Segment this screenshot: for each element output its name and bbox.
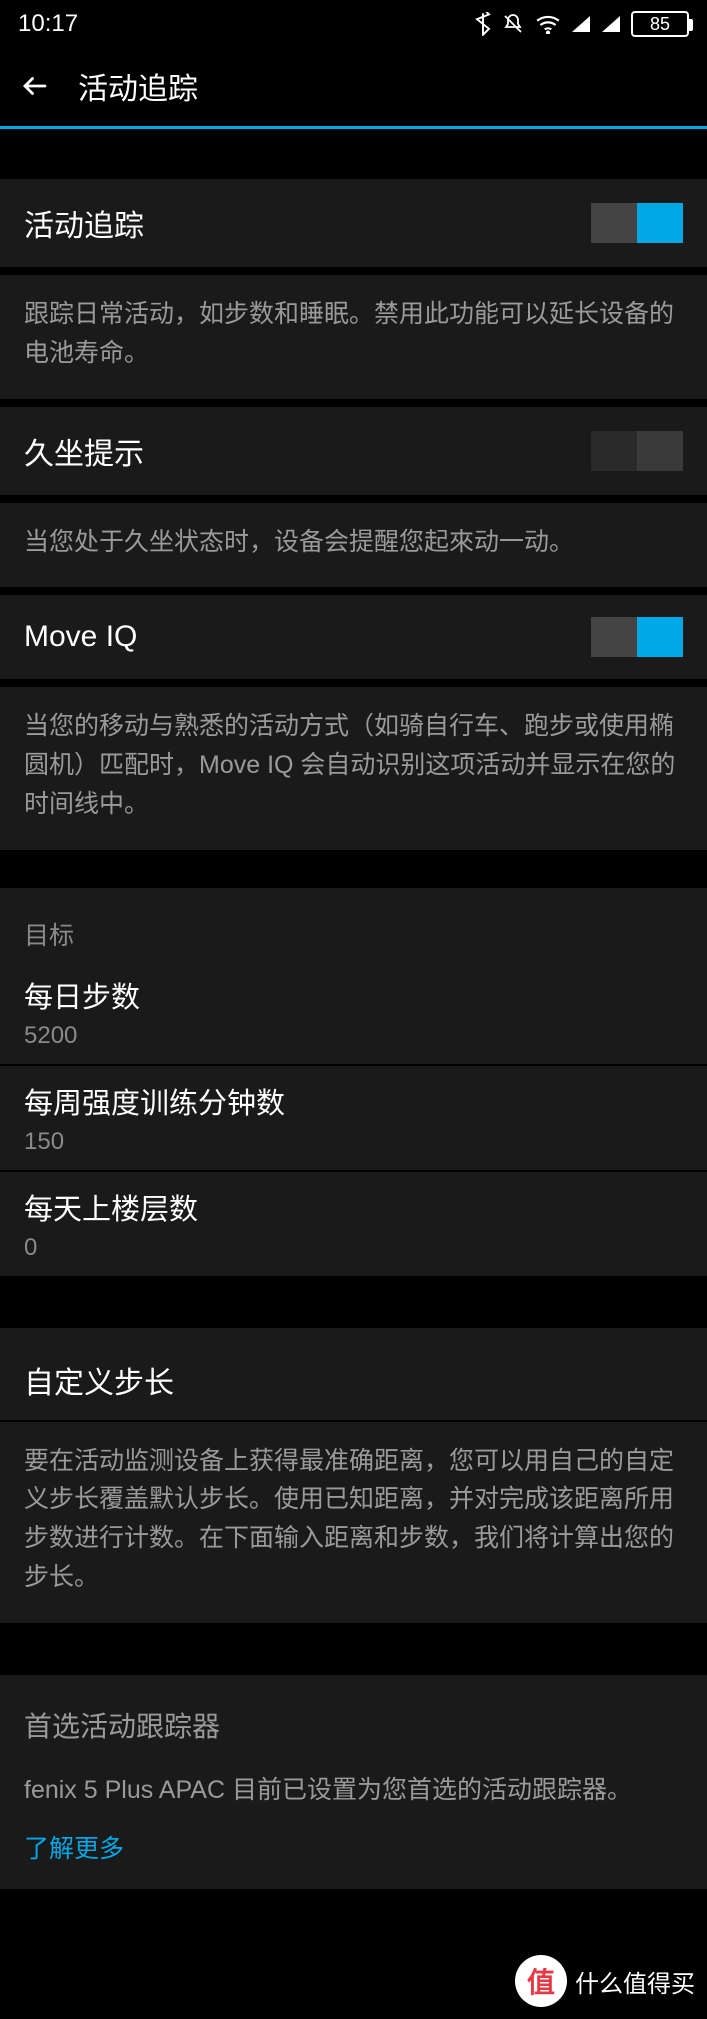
watermark-badge: 值 — [515, 1955, 567, 2007]
tracker-title: 首选活动跟踪器 — [0, 1675, 707, 1755]
learn-more-link[interactable]: 了解更多 — [0, 1817, 707, 1889]
status-time: 10:17 — [18, 10, 78, 38]
tracker-desc: fenix 5 Plus APAC 目前已设置为您首选的活动跟踪器。 — [0, 1755, 707, 1818]
stride-desc: 要在活动监测设备上获得最准确距离，您可以用自己的自定义步长覆盖默认步长。使用已知… — [0, 1422, 707, 1623]
floors-item[interactable]: 每天上楼层数 0 — [0, 1172, 707, 1278]
bluetooth-icon — [475, 12, 491, 36]
stride-desc-section: 要在活动监测设备上获得最准确距离，您可以用自己的自定义步长覆盖默认步长。使用已知… — [0, 1422, 707, 1625]
status-icons: 85 — [475, 11, 689, 37]
floors-value: 0 — [24, 1234, 683, 1262]
status-bar: 10:17 85 — [0, 0, 707, 48]
sedentary-row[interactable]: 久坐提示 — [0, 407, 707, 495]
moveiq-row[interactable]: Move IQ — [0, 595, 707, 679]
activity-tracking-switch[interactable] — [591, 203, 683, 243]
signal-icon-1 — [571, 15, 591, 33]
sedentary-desc-section: 当您处于久坐状态时，设备会提醒您起來动一动。 — [0, 503, 707, 590]
intensity-minutes-label: 每周强度训练分钟数 — [24, 1080, 683, 1122]
app-bar: 活动追踪 — [0, 48, 707, 124]
activity-tracking-label: 活动追踪 — [24, 201, 144, 245]
daily-steps-value: 5200 — [24, 1022, 683, 1050]
moveiq-section: Move IQ — [0, 595, 707, 681]
watermark-text: 什么值得买 — [575, 1964, 695, 1999]
activity-tracking-desc-section: 跟踪日常活动，如步数和睡眠。禁用此功能可以延长设备的电池寿命。 — [0, 275, 707, 401]
signal-icon-2 — [601, 15, 621, 33]
goals-header: 目标 — [0, 888, 707, 960]
moveiq-switch[interactable] — [591, 617, 683, 657]
moveiq-desc-section: 当您的移动与熟悉的活动方式（如骑自行车、跑步或使用椭圆机）匹配时，Move IQ… — [0, 687, 707, 851]
intensity-minutes-item[interactable]: 每周强度训练分钟数 150 — [0, 1066, 707, 1172]
daily-steps-item[interactable]: 每日步数 5200 — [0, 960, 707, 1066]
moveiq-label: Move IQ — [24, 620, 137, 654]
wifi-icon — [535, 14, 561, 34]
daily-steps-label: 每日步数 — [24, 974, 683, 1016]
sedentary-section: 久坐提示 — [0, 407, 707, 497]
page-title: 活动追踪 — [78, 64, 198, 108]
sedentary-switch[interactable] — [591, 431, 683, 471]
watermark: 值 什么值得买 — [515, 1955, 695, 2007]
battery-icon: 85 — [631, 11, 689, 37]
activity-tracking-desc: 跟踪日常活动，如步数和睡眠。禁用此功能可以延长设备的电池寿命。 — [0, 275, 707, 399]
content: 活动追踪 跟踪日常活动，如步数和睡眠。禁用此功能可以延长设备的电池寿命。 久坐提… — [0, 129, 707, 1889]
stride-title: 自定义步长 — [0, 1328, 707, 1422]
activity-tracking-section: 活动追踪 — [0, 179, 707, 269]
mute-icon — [501, 12, 525, 36]
back-icon[interactable] — [20, 71, 50, 101]
sedentary-label: 久坐提示 — [24, 429, 144, 473]
activity-tracking-row[interactable]: 活动追踪 — [0, 179, 707, 267]
intensity-minutes-value: 150 — [24, 1128, 683, 1156]
sedentary-desc: 当您处于久坐状态时，设备会提醒您起來动一动。 — [0, 503, 707, 588]
floors-label: 每天上楼层数 — [24, 1186, 683, 1228]
moveiq-desc: 当您的移动与熟悉的活动方式（如骑自行车、跑步或使用椭圆机）匹配时，Move IQ… — [0, 687, 707, 849]
